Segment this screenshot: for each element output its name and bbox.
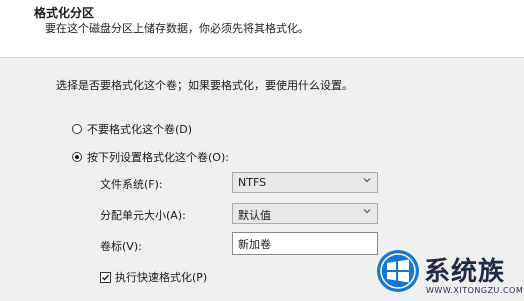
volume-label-input[interactable]: 新加卷 (232, 232, 378, 255)
volume-label-value: 新加卷 (238, 238, 271, 251)
page-title: 格式化分区 (34, 6, 95, 20)
chevron-down-icon (363, 178, 371, 183)
allocation-unit-value: 默认值 (238, 209, 271, 222)
filesystem-label: 文件系统(F): (100, 178, 163, 191)
radio-button-unchecked[interactable] (72, 124, 82, 134)
watermark: 系统族 WWW.XITONGZU.COM (374, 245, 524, 301)
radio-dont-format[interactable]: 不要格式化这个卷(D) (72, 121, 192, 137)
page-subtitle: 要在这个磁盘分区上储存数据，你必须先将其格式化。 (45, 22, 309, 35)
windows-logo-icon (377, 250, 419, 292)
quick-format-label: 执行快速格式化(P) (115, 271, 208, 284)
volume-label-label: 卷标(V): (100, 240, 142, 253)
quick-format-checkbox-row[interactable]: 执行快速格式化(P) (100, 269, 207, 285)
watermark-text: 系统族 (424, 257, 506, 287)
radio-button-checked[interactable] (72, 152, 82, 162)
radio-format-volume-label: 按下列设置格式化这个卷(O): (87, 151, 229, 164)
filesystem-value: NTFS (238, 176, 267, 189)
allocation-unit-label: 分配单元大小(A): (100, 209, 186, 222)
chevron-down-icon (363, 209, 371, 214)
checkmark-icon (102, 274, 109, 280)
filesystem-select[interactable]: NTFS (232, 172, 378, 193)
panel-description: 选择是否要格式化这个卷；如果要格式化，要使用什么设置。 (56, 79, 353, 92)
quick-format-checkbox[interactable] (100, 271, 111, 283)
wizard-header: 格式化分区 要在这个磁盘分区上储存数据，你必须先将其格式化。 (0, 0, 524, 58)
radio-format-volume[interactable]: 按下列设置格式化这个卷(O): (72, 149, 229, 165)
radio-dont-format-label: 不要格式化这个卷(D) (87, 123, 193, 136)
allocation-unit-select[interactable]: 默认值 (232, 203, 378, 224)
watermark-url: WWW.XITONGZU.COM (426, 286, 524, 295)
